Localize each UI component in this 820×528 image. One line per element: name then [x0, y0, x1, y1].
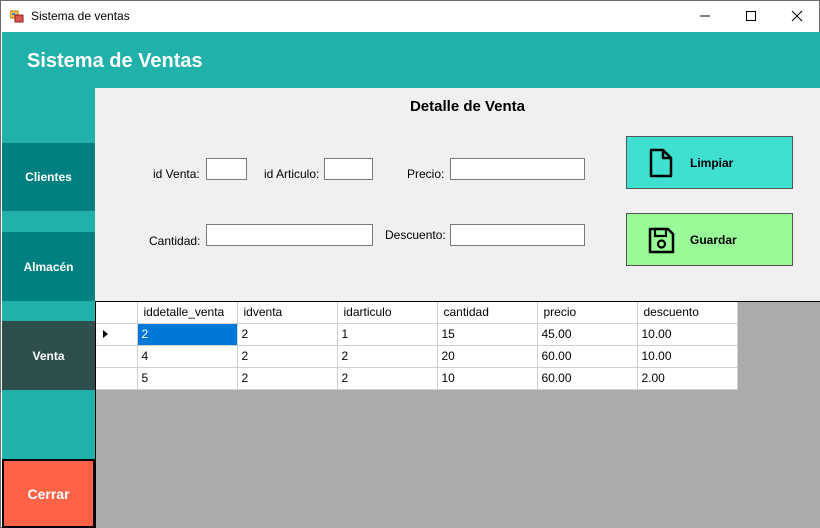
- column-header[interactable]: idarticulo: [337, 302, 438, 324]
- document-icon: [649, 148, 673, 178]
- precio-label: Precio:: [407, 167, 445, 181]
- row-header[interactable]: [96, 345, 138, 368]
- table-cell[interactable]: 20: [437, 345, 538, 368]
- table-row[interactable]: 4 2 2 20 60.00 10.00: [96, 345, 738, 368]
- precio-input[interactable]: [450, 158, 585, 180]
- table-header-row: iddetalle_venta idventa idarticulo canti…: [96, 302, 738, 324]
- header-title: Sistema de Ventas: [27, 50, 203, 72]
- column-header[interactable]: idventa: [237, 302, 338, 324]
- cerrar-button[interactable]: Cerrar: [2, 459, 95, 528]
- id-articulo-label: id Articulo:: [264, 167, 320, 181]
- current-row-indicator-icon: [103, 329, 108, 338]
- form-title: Detalle de Venta: [409, 98, 526, 115]
- data-grid[interactable]: iddetalle_venta idventa idarticulo canti…: [95, 301, 820, 528]
- id-venta-label: id Venta:: [153, 167, 200, 181]
- row-header[interactable]: [96, 323, 138, 346]
- row-header-corner: [96, 302, 138, 324]
- minimize-icon: [700, 15, 710, 17]
- title-bar: Sistema de ventas: [1, 1, 819, 31]
- column-header[interactable]: descuento: [637, 302, 738, 324]
- sidebar-item-venta[interactable]: Venta: [2, 321, 95, 390]
- floppy-disk-icon: [648, 227, 675, 254]
- row-header[interactable]: [96, 367, 138, 390]
- guardar-button[interactable]: Guardar: [626, 213, 793, 266]
- table-cell[interactable]: 2: [237, 323, 338, 346]
- id-articulo-input[interactable]: [324, 158, 373, 180]
- column-header[interactable]: precio: [537, 302, 638, 324]
- close-icon: [791, 10, 803, 22]
- cantidad-input[interactable]: [206, 224, 373, 246]
- table-cell[interactable]: 15: [437, 323, 538, 346]
- table-cell[interactable]: 10.00: [637, 323, 738, 346]
- sidebar-item-clientes[interactable]: Clientes: [2, 143, 95, 211]
- table-cell[interactable]: 2: [137, 323, 238, 346]
- table-row[interactable]: 2 2 1 15 45.00 10.00: [96, 323, 738, 346]
- app-window: Sistema de ventas Sistema de Ventas Clie…: [0, 0, 820, 528]
- cantidad-label: Cantidad:: [149, 234, 201, 248]
- table-row[interactable]: 5 2 2 10 60.00 2.00: [96, 367, 738, 390]
- table-cell[interactable]: 2: [237, 367, 338, 390]
- id-venta-input[interactable]: [206, 158, 247, 180]
- app-header: Sistema de Ventas: [2, 32, 820, 88]
- sidebar: Clientes Almacén Venta Cerrar: [2, 88, 95, 528]
- guardar-label: Guardar: [690, 233, 737, 247]
- column-header[interactable]: iddetalle_venta: [137, 302, 238, 324]
- table-cell[interactable]: 10: [437, 367, 538, 390]
- table-cell[interactable]: 2: [337, 367, 438, 390]
- table-cell[interactable]: 10.00: [637, 345, 738, 368]
- detalle-venta-table: iddetalle_venta idventa idarticulo canti…: [96, 302, 738, 390]
- table-cell[interactable]: 2: [337, 345, 438, 368]
- limpiar-button[interactable]: Limpiar: [626, 136, 793, 189]
- table-cell[interactable]: 2: [237, 345, 338, 368]
- table-cell[interactable]: 45.00: [537, 323, 638, 346]
- window-title: Sistema de ventas: [31, 9, 130, 23]
- descuento-label: Descuento:: [385, 228, 446, 242]
- maximize-button[interactable]: [728, 1, 774, 31]
- table-cell[interactable]: 5: [137, 367, 238, 390]
- column-header[interactable]: cantidad: [437, 302, 538, 324]
- table-cell[interactable]: 60.00: [537, 345, 638, 368]
- sidebar-item-almacen[interactable]: Almacén: [2, 232, 95, 301]
- detalle-venta-form: Detalle de Venta id Venta: id Articulo: …: [95, 88, 820, 301]
- maximize-icon: [746, 11, 756, 21]
- close-window-button[interactable]: [774, 1, 820, 31]
- limpiar-label: Limpiar: [690, 156, 734, 170]
- table-cell[interactable]: 1: [337, 323, 438, 346]
- descuento-input[interactable]: [450, 224, 585, 246]
- app-icon: [10, 10, 24, 23]
- table-cell[interactable]: 2.00: [637, 367, 738, 390]
- table-cell[interactable]: 4: [137, 345, 238, 368]
- minimize-button[interactable]: [682, 1, 728, 31]
- table-cell[interactable]: 60.00: [537, 367, 638, 390]
